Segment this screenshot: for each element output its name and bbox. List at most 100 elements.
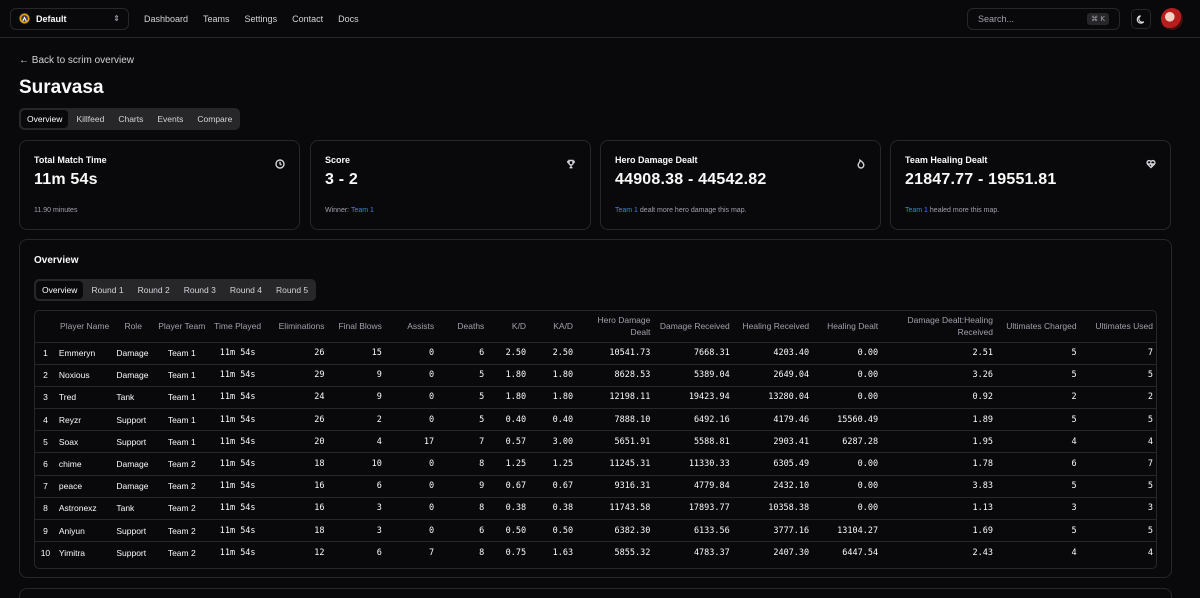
cell-kd: 0.50 [487, 519, 530, 543]
cell-player-team: Team 1 [153, 408, 211, 432]
tab-compare[interactable]: Compare [191, 110, 238, 128]
cell-eliminations: 20 [264, 430, 328, 454]
cell-time-played: 11m 54s [210, 452, 265, 476]
cell-player-team: Team 2 [153, 497, 211, 521]
cell-player-team: Team 1 [153, 364, 211, 387]
cell-kd: 1.25 [487, 452, 530, 476]
cell-final-blows: 3 [327, 519, 385, 543]
cell-ultimates-used: 5 [1079, 408, 1156, 432]
cell-eliminations: 16 [264, 475, 328, 498]
winner-team-link[interactable]: Team 1 [351, 207, 374, 214]
cell-index: 4 [35, 408, 56, 432]
cell-deaths: 5 [437, 364, 488, 387]
cell-index: 10 [40, 548, 51, 559]
table-row: 7 peace Damage Team 2 11m 54s 16 6 0 9 0.67 0.67 93… [35, 475, 1156, 498]
team-link[interactable]: Team 1 [905, 207, 928, 214]
table-row: 9 Aniyun Support Team 2 11m 54s 18 3 0 6 0.50 0.50… [35, 519, 1156, 543]
cell-eliminations: 16 [264, 497, 328, 521]
cell-healing-dealt: 6287.28 [812, 430, 882, 454]
theme-toggle-button[interactable] [1131, 9, 1151, 29]
card-team-healing-dealt: Team Healing Dealt 21847.77 - 19551.81 T… [890, 140, 1171, 230]
column-header-ultimates-charged: Ultimates Charged [996, 311, 1080, 343]
cell-assists: 7 [429, 548, 435, 559]
cell-kd: 0.57 [487, 430, 530, 454]
cell-healing-received: 4203.40 [732, 342, 813, 365]
team-select[interactable]: Default ⇕ [10, 7, 129, 30]
cell-kd: 0.75 [505, 548, 527, 559]
cell-healing-received: 2903.41 [732, 430, 813, 454]
nav-teams[interactable]: Teams [203, 14, 230, 24]
cell-final-blows: 9 [327, 386, 385, 410]
tab-round-overview[interactable]: Overview [36, 281, 84, 299]
table-row: 3 Tred Tank Team 1 11m 54s 24 9 0 5 1.80 1.80 12198… [35, 386, 1156, 410]
overview-panel: Overview Overview Round 1 Round 2 Round … [19, 239, 1172, 578]
search-button[interactable]: Search... ⌘ K [967, 8, 1120, 30]
tab-killfeed[interactable]: Killfeed [70, 110, 110, 128]
cell-damage-healing-ratio: 2.51 [881, 342, 996, 365]
cell-healing-dealt: 0.00 [812, 452, 882, 476]
cell-time-played: 11m 54s [210, 364, 265, 387]
table-row: 4 Reyzr Support Team 1 11m 54s 26 2 0 5 0.40 0.40 7… [35, 408, 1156, 432]
cell-ultimates-charged: 6 [996, 452, 1080, 476]
cell-hero-damage-dealt: 11245.31 [576, 452, 654, 476]
cell-hero-damage-dealt: 7888.10 [576, 408, 654, 432]
cell-healing-dealt: 13104.27 [812, 519, 882, 543]
cell-player-name: Emmeryn [55, 342, 114, 365]
cell-healing-received: 6305.49 [732, 452, 813, 476]
tab-overview[interactable]: Overview [21, 110, 69, 128]
cell-player-name: peace [55, 475, 114, 498]
cell-kad: 2.50 [529, 342, 577, 365]
nav-dashboard[interactable]: Dashboard [144, 14, 188, 24]
column-header-kad: KA/D [529, 311, 577, 343]
back-to-scrim-link[interactable]: ← Back to scrim overview [19, 55, 134, 66]
cell-deaths: 6 [437, 519, 488, 543]
cell-kd: 0.40 [487, 408, 530, 432]
cell-ultimates-used: 3 [1079, 497, 1156, 521]
cell-eliminations: 12 [314, 548, 325, 559]
cell-time-played: 11m 54s [210, 342, 265, 365]
cell-damage-received: 11330.33 [653, 452, 733, 476]
user-avatar[interactable] [1161, 8, 1183, 30]
tab-round-3[interactable]: Round 3 [178, 281, 222, 299]
cell-kad: 0.67 [529, 475, 577, 498]
cell-damage-healing-ratio: 1.95 [881, 430, 996, 454]
cell-damage-healing-ratio: 1.78 [881, 452, 996, 476]
cell-ultimates-charged: 5 [996, 408, 1080, 432]
tab-events[interactable]: Events [151, 110, 189, 128]
team-link[interactable]: Team 1 [615, 207, 638, 214]
moon-icon [1136, 14, 1144, 24]
tab-round-5[interactable]: Round 5 [270, 281, 314, 299]
cell-ultimates-charged: 5 [996, 342, 1080, 365]
nav-docs[interactable]: Docs [338, 14, 359, 24]
cell-deaths: 5 [437, 408, 488, 432]
tab-round-2[interactable]: Round 2 [132, 281, 176, 299]
cell-role: Tank [113, 497, 154, 521]
column-header-eliminations: Eliminations [264, 311, 328, 343]
cell-kad: 3.00 [529, 430, 577, 454]
table-row: 6 chime Damage Team 2 11m 54s 18 10 0 8 1.25 1.25 1… [35, 452, 1156, 476]
table-row: 5 Soax Support Team 1 11m 54s 20 4 17 7 0.57 3.00 5… [35, 430, 1156, 454]
cell-kad: 1.63 [552, 548, 574, 559]
card-score: Score 3 - 2 Winner: Team 1 [310, 140, 591, 230]
column-header-index [35, 311, 56, 343]
tab-charts[interactable]: Charts [112, 110, 149, 128]
cell-player-name: Tred [55, 386, 114, 410]
cell-index: 5 [35, 430, 56, 454]
cell-time-played: 11m 54s [210, 430, 265, 454]
cell-damage-healing-ratio: 2.43 [972, 548, 993, 559]
cell-player-name: Aniyun [55, 519, 114, 543]
cell-player-name: Reyzr [55, 408, 114, 432]
clock-icon [275, 156, 285, 169]
nav-contact[interactable]: Contact [292, 14, 323, 24]
main-nav: Dashboard Teams Settings Contact Docs [144, 14, 359, 24]
column-header-damage-healing-ratio: Damage Dealt:Healing Received [881, 311, 996, 343]
cell-final-blows: 6 [376, 548, 382, 559]
cell-role: Damage [113, 452, 154, 476]
tab-round-4[interactable]: Round 4 [224, 281, 268, 299]
cell-ultimates-used: 5 [1079, 364, 1156, 387]
tab-round-1[interactable]: Round 1 [85, 281, 129, 299]
cell-kad: 1.80 [529, 364, 577, 387]
nav-settings[interactable]: Settings [245, 14, 278, 24]
cell-deaths: 8 [437, 452, 488, 476]
cell-final-blows: 10 [327, 452, 385, 476]
